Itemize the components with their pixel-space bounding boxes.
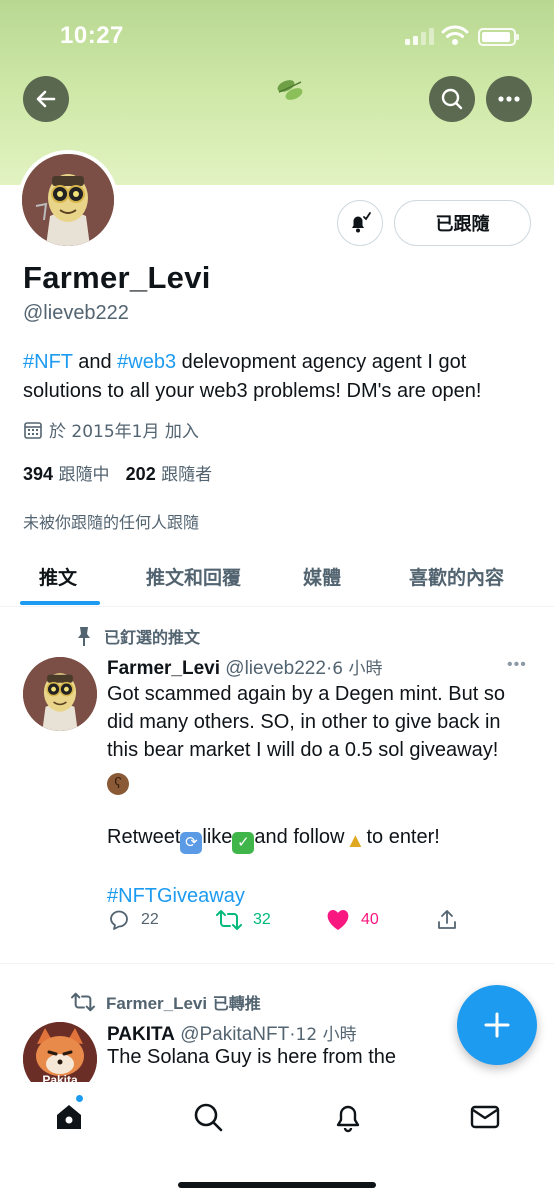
profile-handle: @lieveb222 [23, 302, 129, 324]
nav-home[interactable] [52, 1100, 86, 1134]
search-icon [441, 88, 463, 110]
followers-link[interactable]: 202 跟隨者 [126, 464, 212, 485]
share-button[interactable] [435, 908, 459, 932]
calendar-icon [24, 421, 42, 439]
bell-icon [336, 1105, 360, 1133]
tweet-avatar[interactable] [23, 657, 97, 731]
status-time: 10:27 [60, 22, 124, 49]
tweet-handle: @lieveb222 [225, 658, 326, 679]
tweet-text: The Solana Guy is here from the [107, 1046, 397, 1068]
tweet-more-icon[interactable]: ••• [507, 656, 527, 674]
bell-plus-icon [352, 212, 371, 233]
hashtag-link[interactable]: #NFTGiveaway [107, 885, 245, 907]
reply-count: 22 [141, 911, 159, 928]
ellipsis-icon [498, 96, 520, 102]
tweet-time: 6 小時 [332, 659, 383, 679]
search-icon [194, 1103, 223, 1132]
not-followed-notice: 未被你跟隨的任何人跟隨 [23, 513, 200, 532]
retweet-count: 32 [253, 911, 271, 928]
nav-notifications[interactable] [331, 1100, 365, 1134]
tab-likes[interactable]: 喜歡的內容 [409, 563, 504, 590]
plus-icon [484, 1012, 510, 1038]
tab-tweets[interactable]: 推文 [39, 563, 77, 590]
like-button[interactable]: 40 [325, 908, 379, 932]
profile-tabs: 推文 推文和回覆 媒體 喜歡的內容 [0, 553, 554, 607]
tweet-divider [0, 963, 554, 964]
bell-emoji-icon: ▲ [345, 830, 366, 852]
nav-search[interactable] [191, 1100, 225, 1134]
tab-tweets-and-replies[interactable]: 推文和回覆 [146, 563, 241, 590]
tweet-author[interactable]: Farmer_Levi [107, 658, 220, 679]
check-emoji-icon: ✓ [232, 832, 255, 854]
heart-icon [327, 910, 349, 930]
follow-stats: 394 跟隨中 202 跟隨者 [23, 460, 212, 485]
signal-icon [405, 28, 434, 45]
retweet-button[interactable]: 32 [215, 908, 271, 932]
home-icon [57, 1105, 81, 1129]
tweet-time: 12 小時 [295, 1025, 357, 1045]
bottom-navigation [0, 1082, 554, 1200]
share-icon [438, 910, 456, 929]
leaf-icon [275, 76, 307, 109]
tweet-actions: 22 32 40 [107, 908, 537, 938]
status-bar: 10:27 [0, 18, 554, 58]
notification-dot [75, 1094, 84, 1103]
nav-messages[interactable] [468, 1100, 502, 1134]
tweet-author[interactable]: PAKITA [107, 1024, 175, 1045]
pinned-label: 已釘選的推文 [74, 624, 200, 648]
profile-avatar[interactable] [18, 150, 118, 250]
battery-icon [478, 28, 519, 46]
tweet-text: Got scammed again by a Degen mint. But s… [107, 683, 505, 907]
tweet-header: PAKITA @PakitaNFT·12 小時 [107, 1024, 357, 1045]
pin-icon [78, 627, 90, 646]
back-button[interactable] [23, 76, 69, 122]
hashtag-link[interactable]: #NFT [23, 351, 73, 373]
notifications-button[interactable] [337, 200, 383, 246]
tab-media[interactable]: 媒體 [303, 563, 341, 590]
following-link[interactable]: 394 跟隨中 [23, 464, 109, 485]
hashtag-link[interactable]: #web3 [117, 351, 176, 373]
like-count: 40 [361, 911, 379, 928]
following-button[interactable]: 已跟隨 [394, 200, 531, 246]
tweet-handle: @PakitaNFT [180, 1024, 290, 1045]
join-date: 於 2015年1月 加入 [23, 417, 199, 442]
repeat-emoji-icon: ⟳ [180, 832, 203, 854]
more-button[interactable] [486, 76, 532, 122]
home-indicator [178, 1182, 376, 1188]
tweet-header: Farmer_Levi @lieveb222·6 小時 [107, 658, 383, 679]
reply-icon [110, 910, 128, 930]
retweet-icon [216, 910, 242, 930]
retweeted-label: Farmer_Levi 已轉推 [70, 990, 261, 1014]
profile-name: Farmer_Levi [23, 260, 211, 295]
retweet-icon [70, 992, 96, 1012]
bear-emoji-icon: ʕ [107, 773, 129, 795]
compose-tweet-button[interactable] [457, 985, 537, 1065]
search-button[interactable] [429, 76, 475, 122]
reply-button[interactable]: 22 [107, 908, 159, 932]
profile-bio: #NFT and #web3 delevopment agency agent … [23, 351, 482, 402]
wifi-icon [441, 24, 469, 51]
arrow-left-icon [36, 90, 56, 108]
active-tab-indicator [20, 601, 100, 605]
mail-icon [470, 1105, 500, 1129]
